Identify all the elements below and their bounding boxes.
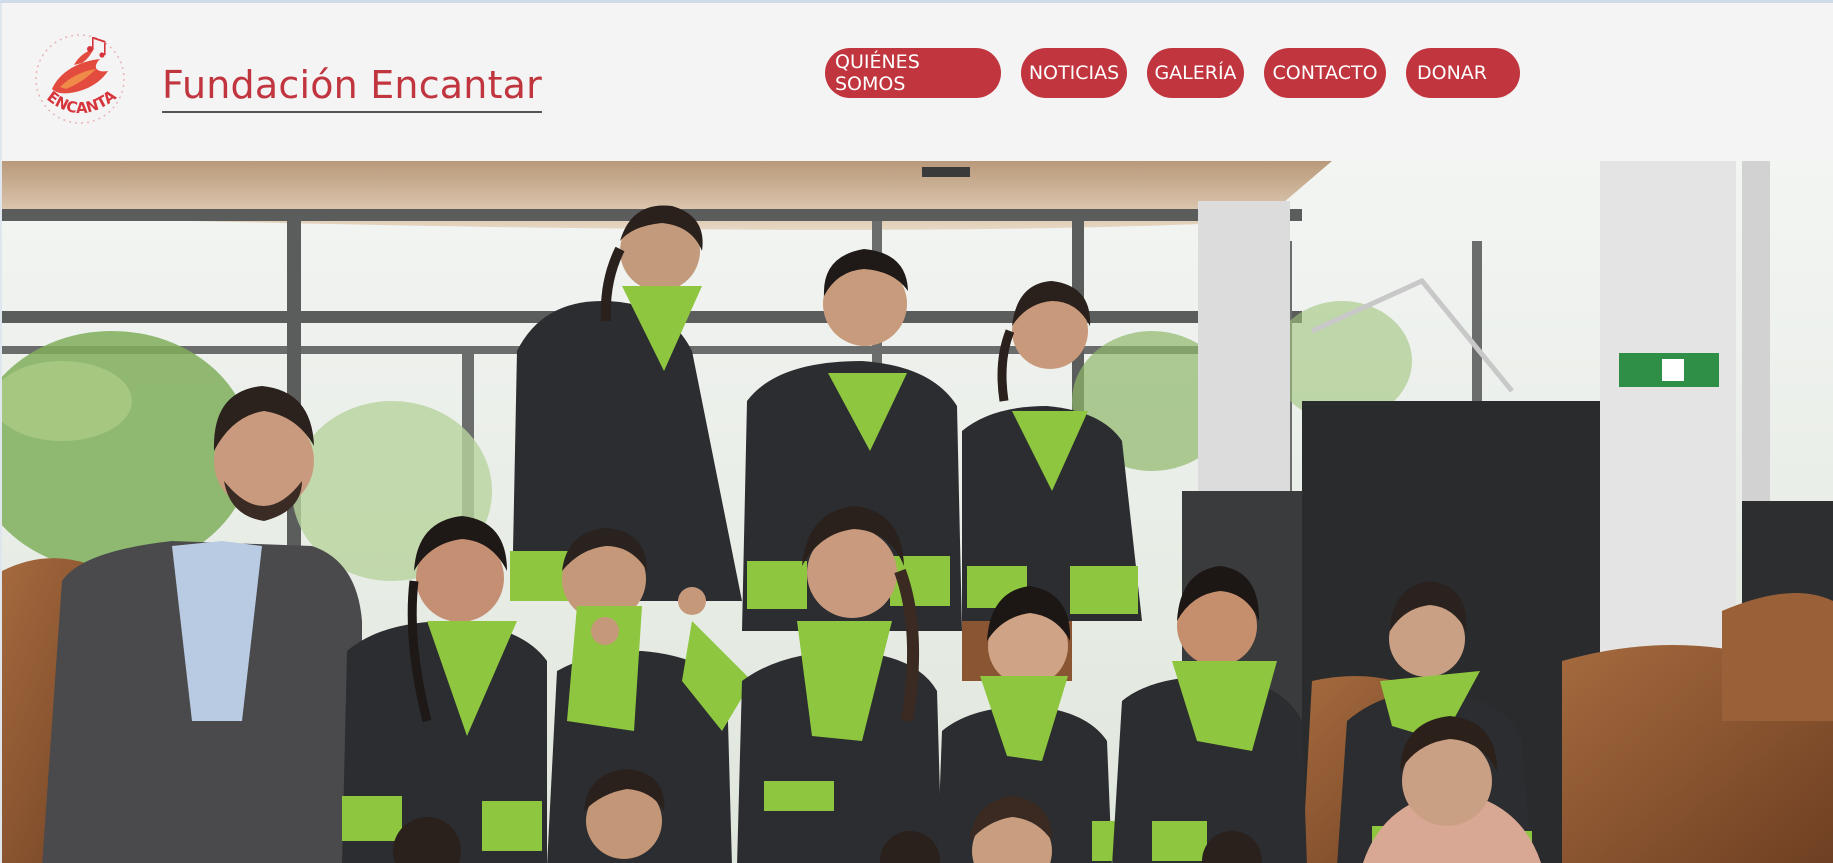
- page: ENCANTAR Fundación Encantar QUIÉNES SOMO…: [0, 0, 1833, 863]
- encantar-logo-icon: ENCANTAR: [24, 17, 125, 124]
- site-title-link[interactable]: Fundación Encantar: [162, 59, 542, 113]
- nav-quienes-somos-button[interactable]: QUIÉNES SOMOS: [825, 48, 1001, 98]
- nav-donar-button[interactable]: DONAR: [1406, 48, 1520, 98]
- encantar-logo[interactable]: ENCANTAR: [24, 17, 130, 131]
- site-header: ENCANTAR Fundación Encantar QUIÉNES SOMO…: [2, 3, 1833, 161]
- nav-noticias-button[interactable]: NOTICIAS: [1021, 48, 1127, 98]
- nav-contacto-button[interactable]: CONTACTO: [1264, 48, 1386, 98]
- choir-group-photo: [2, 161, 1833, 863]
- hero-photo: [2, 161, 1833, 863]
- nav-galeria-button[interactable]: GALERÍA: [1147, 48, 1244, 98]
- main-nav: QUIÉNES SOMOS NOTICIAS GALERÍA CONTACTO …: [825, 48, 1520, 98]
